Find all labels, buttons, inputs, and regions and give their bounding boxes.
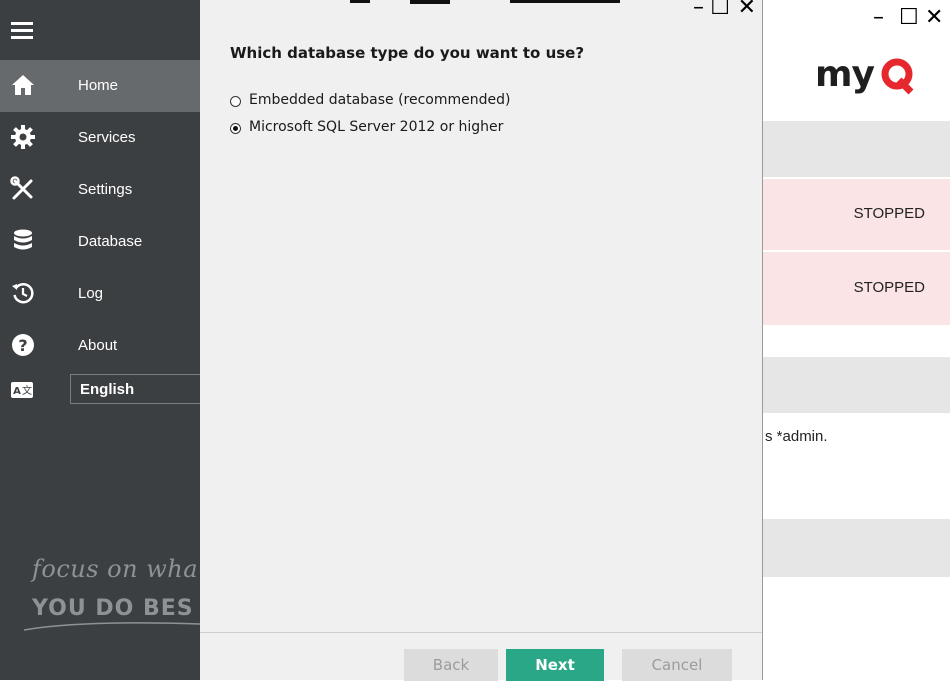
dialog-title-edge bbox=[350, 0, 620, 4]
sidebar-item-home[interactable]: Home bbox=[0, 60, 200, 112]
svg-text:文: 文 bbox=[22, 384, 32, 397]
dialog-close-button[interactable]: ✕ bbox=[738, 0, 756, 20]
sidebar-item-label: About bbox=[78, 337, 118, 354]
sidebar-item-label: Home bbox=[78, 77, 119, 94]
language-row: A 文 English bbox=[0, 374, 200, 414]
language-select[interactable]: English bbox=[70, 374, 200, 404]
dialog-footer: Back Next Cancel bbox=[200, 632, 762, 681]
sidebar-item-label: Log bbox=[78, 285, 104, 302]
sidebar-header bbox=[0, 0, 200, 60]
sidebar-item-services[interactable]: Services bbox=[0, 112, 200, 164]
tools-icon bbox=[10, 176, 33, 200]
svg-text:A: A bbox=[13, 386, 21, 397]
wizard-question: Which database type do you want to use? bbox=[230, 44, 585, 62]
sidebar-item-label: Database bbox=[78, 233, 143, 250]
dialog-minimize-button[interactable]: – bbox=[693, 0, 704, 20]
service-status-row: STOPPED bbox=[763, 252, 950, 325]
database-icon bbox=[14, 229, 32, 250]
radio-button[interactable] bbox=[230, 96, 241, 107]
sidebar-item-about[interactable]: ? About bbox=[0, 320, 200, 372]
section-header-band bbox=[763, 357, 950, 413]
radio-button-selected[interactable] bbox=[230, 123, 241, 134]
svg-text:my: my bbox=[815, 54, 875, 95]
service-status-row: STOPPED bbox=[763, 179, 950, 250]
radio-label: Microsoft SQL Server 2012 or higher bbox=[249, 119, 504, 135]
admin-note: s *admin. bbox=[765, 428, 828, 445]
main-window: – ☐ ✕ my STOPPED STOPPED s *admin. bbox=[762, 0, 950, 680]
section-header-band bbox=[763, 519, 950, 577]
radio-label: Embedded database (recommended) bbox=[249, 92, 511, 108]
hamburger-menu-icon[interactable] bbox=[11, 22, 33, 40]
sidebar-item-settings[interactable]: Settings bbox=[0, 164, 200, 216]
history-icon bbox=[12, 283, 34, 304]
myq-logo: my bbox=[815, 54, 914, 95]
next-button[interactable]: Next bbox=[506, 649, 604, 681]
status-badge: STOPPED bbox=[853, 205, 925, 222]
back-button[interactable]: Back bbox=[404, 649, 498, 681]
home-icon bbox=[12, 75, 34, 95]
sidebar-item-database[interactable]: Database bbox=[0, 216, 200, 268]
close-button[interactable]: ✕ bbox=[925, 6, 943, 30]
translate-icon: A 文 bbox=[11, 382, 33, 398]
sidebar-item-label: Services bbox=[78, 129, 136, 146]
sidebar: Home Services Settings Database Log ? Ab… bbox=[0, 0, 200, 680]
gear-icon bbox=[11, 125, 35, 149]
status-badge: STOPPED bbox=[853, 279, 925, 296]
cancel-button[interactable]: Cancel bbox=[622, 649, 732, 681]
tagline-swoosh bbox=[23, 622, 200, 631]
dialog-maximize-button[interactable]: ☐ bbox=[710, 0, 730, 20]
maximize-button[interactable]: ☐ bbox=[899, 6, 919, 30]
sidebar-item-label: Settings bbox=[78, 181, 133, 198]
tagline-line-1: focus on wha bbox=[32, 555, 199, 583]
database-wizard-dialog: – ☐ ✕ Which database type do you want to… bbox=[200, 0, 763, 681]
sidebar-item-log[interactable]: Log bbox=[0, 268, 200, 320]
svg-text:?: ? bbox=[18, 336, 27, 355]
main-window-titlebar: – ☐ ✕ bbox=[763, 0, 950, 38]
section-header-band bbox=[763, 121, 950, 177]
minimize-button[interactable]: – bbox=[873, 6, 884, 30]
help-icon: ? bbox=[12, 334, 34, 356]
